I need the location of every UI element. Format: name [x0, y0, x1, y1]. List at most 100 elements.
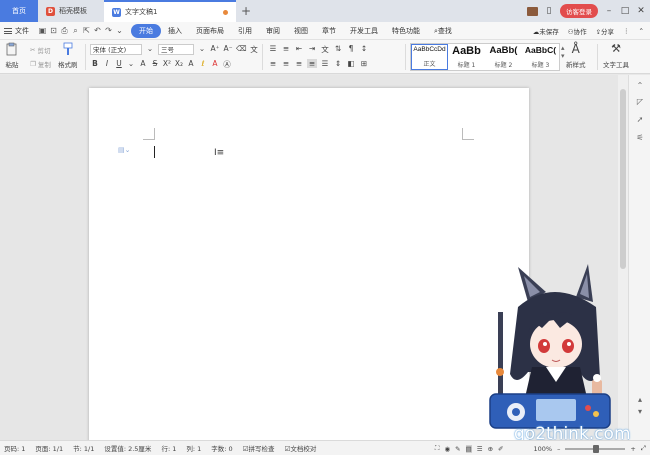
numbered-list-icon[interactable]: ≡: [281, 44, 291, 55]
menu-tab-section[interactable]: 章节: [315, 26, 343, 36]
font-color-icon[interactable]: A: [210, 59, 220, 70]
style-heading-2[interactable]: AaBb( 标题 2: [485, 44, 522, 70]
bold-icon[interactable]: B: [90, 59, 100, 70]
line-spacing2-icon[interactable]: ⇕: [333, 59, 343, 68]
scroll-down-icon[interactable]: ▾: [634, 407, 646, 416]
collapse-panel-icon[interactable]: ⌃: [634, 81, 646, 90]
login-button[interactable]: 访客登录: [560, 4, 598, 18]
style-heading-3[interactable]: AaBbC( 标题 3: [522, 44, 559, 70]
menu-tab-features[interactable]: 特色功能: [385, 26, 427, 36]
redo-icon[interactable]: ↷: [103, 26, 114, 35]
unsaved-status[interactable]: ☁未保存: [533, 26, 559, 36]
superscript-icon[interactable]: X²: [162, 59, 172, 70]
highlight-icon[interactable]: ℓ: [198, 59, 208, 70]
copy-button[interactable]: ❐ 复制: [30, 57, 51, 71]
read-view-icon[interactable]: ✐: [498, 445, 503, 453]
zoom-slider[interactable]: [565, 444, 626, 453]
zoom-level[interactable]: 100%: [534, 445, 553, 453]
menu-tab-review[interactable]: 审阅: [259, 26, 287, 36]
increase-indent-icon[interactable]: ⇥: [307, 44, 317, 55]
distributed-icon[interactable]: ☰: [320, 59, 330, 68]
proofread-button[interactable]: ☑文档校对: [284, 443, 316, 453]
text-tools-button[interactable]: ⚒ 文字工具: [603, 42, 629, 69]
collaborate-button[interactable]: ⚇协作: [568, 26, 587, 36]
status-word-count[interactable]: 字数: 0: [211, 443, 232, 453]
scrollbar-thumb[interactable]: [620, 89, 626, 269]
underline-icon[interactable]: U: [114, 59, 124, 70]
share-button[interactable]: ⇪分享: [596, 26, 614, 36]
eye-protection-icon[interactable]: ◉: [444, 445, 450, 453]
chevron-down-icon[interactable]: ⌄: [197, 44, 207, 55]
file-menu[interactable]: 文件: [4, 26, 29, 36]
menu-tab-developer[interactable]: 开发工具: [343, 26, 385, 36]
grow-font-icon[interactable]: A⁺: [210, 44, 220, 55]
chinese-layout-icon[interactable]: 文: [320, 44, 330, 55]
shrink-font-icon[interactable]: A⁻: [223, 44, 233, 55]
maximize-button[interactable]: □: [620, 6, 630, 16]
sort-icon[interactable]: ⇅: [333, 44, 343, 55]
status-column[interactable]: 列: 1: [186, 443, 201, 453]
style-heading-1[interactable]: AaBb 标题 1: [448, 44, 485, 70]
show-marks-icon[interactable]: ¶: [346, 44, 356, 55]
gift-icon[interactable]: [527, 6, 538, 16]
more-menu-icon[interactable]: ⋮: [623, 27, 630, 35]
undo-icon[interactable]: ↶: [92, 26, 103, 35]
cut-button[interactable]: ✂ 剪切: [30, 43, 51, 57]
paragraph-layout-icon[interactable]: ▤⌄: [118, 146, 130, 154]
char-border-icon[interactable]: Ⓐ: [222, 59, 232, 70]
print-preview-icon[interactable]: ⌕: [70, 26, 81, 36]
vertical-scrollbar[interactable]: [618, 75, 628, 440]
focus-mode-icon[interactable]: ⛶: [435, 444, 440, 453]
borders-icon[interactable]: ⊞: [359, 59, 369, 68]
shading-icon[interactable]: ◧: [346, 59, 356, 68]
close-button[interactable]: ✕: [636, 6, 646, 16]
window-layout-icon[interactable]: ▯: [544, 6, 554, 16]
minimize-button[interactable]: –: [604, 6, 614, 16]
status-page[interactable]: 页码: 1: [4, 443, 25, 453]
collapse-ribbon-icon[interactable]: ⌃: [639, 27, 644, 35]
search-command[interactable]: ⌕查找: [427, 26, 459, 36]
menu-tab-page-layout[interactable]: 页面布局: [189, 26, 231, 36]
font-size-select[interactable]: 三号: [158, 44, 194, 55]
select-pointer-icon[interactable]: ➚: [634, 115, 646, 124]
zoom-in-button[interactable]: +: [630, 445, 635, 453]
fit-page-icon[interactable]: ⤢: [641, 444, 646, 453]
status-row[interactable]: 行: 1: [161, 443, 176, 453]
style-normal[interactable]: AaBbCcDd 正文: [411, 44, 448, 70]
open-folder-icon[interactable]: ⊡: [48, 26, 59, 35]
adjust-sliders-icon[interactable]: ⚟: [634, 133, 646, 142]
status-pages[interactable]: 页面: 1/1: [35, 443, 63, 453]
web-view-icon[interactable]: ⊕: [488, 445, 493, 453]
line-spacing-icon[interactable]: ↕: [359, 44, 369, 55]
export-pdf-icon[interactable]: ⇱: [81, 26, 92, 35]
tab-home[interactable]: 首页: [0, 0, 38, 22]
spell-check-toggle[interactable]: ☑拼写检查: [243, 443, 275, 453]
chevron-down-icon[interactable]: ⌄: [145, 44, 155, 55]
document-page[interactable]: ▤⌄ I≡: [89, 88, 529, 448]
scroll-up-icon[interactable]: ▴: [634, 395, 646, 404]
chevron-down-icon[interactable]: ⌄: [126, 59, 136, 70]
font-name-select[interactable]: 宋体 (正文): [90, 44, 142, 55]
style-gallery-scroll[interactable]: ▴ ▾: [561, 44, 565, 60]
more-chevron-icon[interactable]: ⌄: [114, 26, 125, 35]
style-brush-icon[interactable]: ◸: [634, 97, 646, 106]
save-icon[interactable]: ▣: [37, 26, 48, 35]
tab-templates[interactable]: D 稻壳模板: [38, 0, 104, 22]
align-left-icon[interactable]: ≡: [268, 59, 278, 68]
format-painter-button[interactable]: 格式刷: [58, 42, 78, 69]
bullet-list-icon[interactable]: ☰: [268, 44, 278, 55]
align-center-icon[interactable]: ≡: [281, 59, 291, 68]
status-section[interactable]: 节: 1/1: [73, 443, 94, 453]
new-style-button[interactable]: Å 新样式: [566, 42, 586, 69]
menu-tab-references[interactable]: 引用: [231, 26, 259, 36]
page-view-icon[interactable]: ▤: [465, 444, 472, 453]
print-icon[interactable]: ⎙: [59, 26, 70, 36]
phonetic-icon[interactable]: 文: [249, 44, 259, 55]
menu-tab-insert[interactable]: 插入: [161, 26, 189, 36]
justify-icon[interactable]: ≡: [307, 59, 317, 68]
outline-view-icon[interactable]: ☰: [477, 445, 483, 453]
italic-icon[interactable]: I: [102, 59, 112, 70]
decrease-indent-icon[interactable]: ⇤: [294, 44, 304, 55]
char-shading-icon[interactable]: A: [186, 59, 196, 70]
status-setting-value[interactable]: 设置值: 2.5厘米: [104, 443, 151, 453]
